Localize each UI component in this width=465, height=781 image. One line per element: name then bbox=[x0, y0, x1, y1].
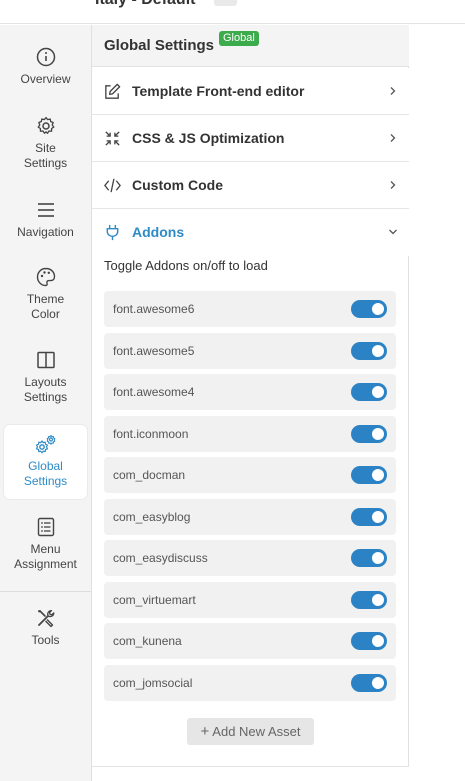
addon-name: com_virtuemart bbox=[113, 593, 196, 607]
sidebar-item-theme-color[interactable]: Theme Color bbox=[4, 266, 87, 322]
panel-title: Global Settings bbox=[104, 37, 215, 54]
menu-icon bbox=[37, 203, 54, 217]
addon-name: com_easyblog bbox=[113, 510, 191, 524]
section-label: CSS & JS Optimization bbox=[132, 130, 285, 146]
info-icon bbox=[36, 47, 55, 67]
global-settings-panel: Global Settings Global Template Front-en… bbox=[92, 25, 409, 781]
sidebar-item-layouts-settings[interactable]: Layouts Settings bbox=[4, 349, 87, 405]
chevron-down-icon bbox=[389, 229, 397, 235]
addon-toggle[interactable] bbox=[351, 383, 387, 401]
sidebar-divider bbox=[0, 591, 91, 592]
list-item: font.iconmoon bbox=[104, 416, 396, 452]
addon-toggle[interactable] bbox=[351, 632, 387, 650]
addon-toggle[interactable] bbox=[351, 342, 387, 360]
tools-icon bbox=[37, 609, 54, 628]
sidebar-item-global-settings[interactable]: Global Settings bbox=[4, 425, 87, 499]
compress-icon bbox=[105, 131, 120, 146]
section-addons[interactable]: Addons bbox=[92, 209, 409, 256]
status-badge: Global bbox=[219, 31, 259, 46]
toggle-knob bbox=[372, 594, 384, 606]
sidebar: Overview Site Settings Navigation Theme … bbox=[0, 25, 92, 781]
sidebar-item-menu-assignment[interactable]: Menu Assignment bbox=[4, 516, 87, 572]
list-item: com_docman bbox=[104, 457, 396, 493]
sidebar-item-tools[interactable]: Tools bbox=[4, 607, 87, 648]
list-item: font.awesome5 bbox=[104, 333, 396, 369]
sidebar-item-label: Menu Assignment bbox=[14, 542, 77, 571]
chevron-right-icon bbox=[390, 134, 396, 142]
add-new-asset-button[interactable]: + Add New Asset bbox=[187, 718, 314, 745]
toggle-knob bbox=[372, 635, 384, 647]
addon-name: com_jomsocial bbox=[113, 676, 193, 690]
section-label: Custom Code bbox=[132, 177, 223, 193]
addon-toggle[interactable] bbox=[351, 674, 387, 692]
add-button-label: Add New Asset bbox=[212, 724, 301, 739]
list-icon bbox=[37, 517, 54, 537]
addon-toggle[interactable] bbox=[351, 425, 387, 443]
sidebar-item-overview[interactable]: Overview bbox=[4, 46, 87, 87]
sidebar-item-label: Tools bbox=[31, 633, 60, 647]
toggle-knob bbox=[372, 511, 384, 523]
list-item: com_virtuemart bbox=[104, 582, 396, 618]
addon-name: font.awesome5 bbox=[113, 344, 195, 358]
addon-toggle[interactable] bbox=[351, 508, 387, 526]
addon-name: font.awesome4 bbox=[113, 385, 195, 399]
palette-icon bbox=[36, 267, 55, 287]
plus-icon: + bbox=[200, 723, 210, 740]
addons-hint: Toggle Addons on/off to load bbox=[104, 258, 268, 273]
list-item: com_kunena bbox=[104, 623, 396, 659]
sidebar-item-label: Layouts Settings bbox=[23, 375, 68, 404]
list-item: font.awesome6 bbox=[104, 291, 396, 327]
addon-toggle[interactable] bbox=[351, 549, 387, 567]
toggle-knob bbox=[372, 552, 384, 564]
chevron-right-icon bbox=[390, 87, 396, 95]
list-item: font.awesome4 bbox=[104, 374, 396, 410]
topbar-button[interactable] bbox=[214, 0, 237, 6]
addon-name: font.awesome6 bbox=[113, 302, 195, 316]
gears-icon bbox=[35, 434, 55, 454]
code-icon bbox=[104, 178, 121, 193]
addon-toggle[interactable] bbox=[351, 466, 387, 484]
toggle-knob bbox=[372, 469, 384, 481]
toggle-knob bbox=[372, 677, 384, 689]
toggle-knob bbox=[372, 428, 384, 440]
addon-name: font.iconmoon bbox=[113, 427, 189, 441]
sidebar-item-site-settings[interactable]: Site Settings bbox=[4, 115, 87, 171]
section-css-js-optimization[interactable]: CSS & JS Optimization bbox=[92, 115, 409, 162]
addon-name: com_easydiscuss bbox=[113, 551, 208, 565]
plug-icon bbox=[106, 224, 119, 241]
addon-toggle[interactable] bbox=[351, 591, 387, 609]
addon-name: com_kunena bbox=[113, 634, 182, 648]
layout-icon bbox=[36, 351, 55, 369]
toggle-knob bbox=[372, 386, 384, 398]
edit-icon bbox=[105, 83, 121, 99]
sidebar-item-label: Navigation bbox=[17, 225, 74, 239]
section-label: Addons bbox=[132, 224, 185, 240]
sidebar-item-label: Theme Color bbox=[26, 292, 65, 321]
addon-toggle[interactable] bbox=[351, 300, 387, 318]
addon-name: com_docman bbox=[113, 468, 186, 482]
next-section[interactable] bbox=[92, 766, 409, 781]
panel-header: Global Settings Global bbox=[92, 25, 409, 67]
section-template-frontend-editor[interactable]: Template Front-end editor bbox=[92, 68, 409, 115]
sidebar-item-navigation[interactable]: Navigation bbox=[4, 199, 87, 240]
list-item: com_easydiscuss bbox=[104, 540, 396, 576]
list-item: com_jomsocial bbox=[104, 665, 396, 701]
list-item: com_easyblog bbox=[104, 499, 396, 535]
sidebar-item-label: Global Settings bbox=[23, 459, 68, 488]
sidebar-item-label: Overview bbox=[20, 72, 71, 86]
template-title: Italy - Default bbox=[95, 0, 195, 9]
gear-icon bbox=[37, 116, 54, 134]
top-bar: Italy - Default bbox=[0, 0, 465, 24]
section-custom-code[interactable]: Custom Code bbox=[92, 162, 409, 209]
sidebar-item-label: Site Settings bbox=[23, 141, 68, 170]
chevron-right-icon bbox=[390, 181, 396, 189]
toggle-knob bbox=[372, 345, 384, 357]
toggle-knob bbox=[372, 303, 384, 315]
section-label: Template Front-end editor bbox=[132, 83, 305, 99]
